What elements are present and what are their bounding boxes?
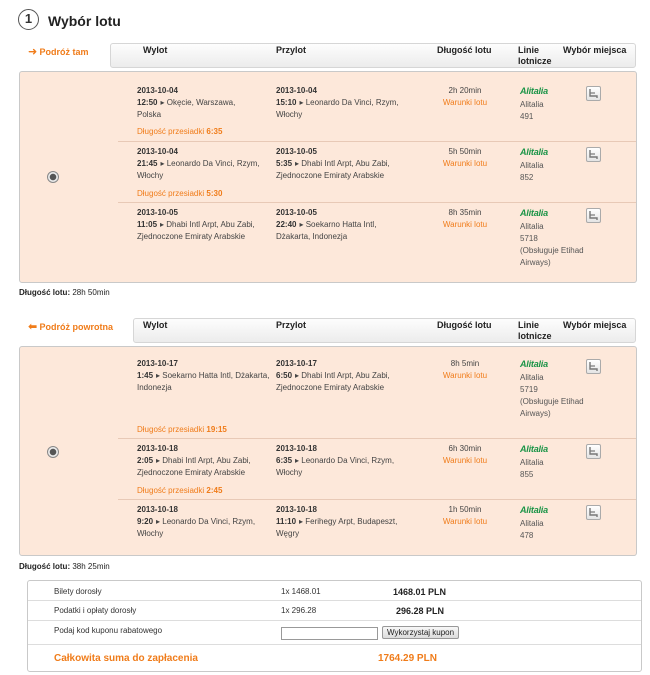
outbound-seg3-departure: 2013-10-05 11:05 ▸ Dhabi Intl Arpt, Abu Z… xyxy=(137,208,255,241)
seat-select-icon[interactable] xyxy=(586,444,601,459)
outbound-total-duration: Długość lotu: 28h 50min xyxy=(19,288,110,297)
arrow-right-icon: ▸ xyxy=(295,456,300,465)
outbound-connection-2: Długość przesiadki 5:30 xyxy=(137,189,223,198)
return-total-duration: Długość lotu: 38h 25min xyxy=(19,562,110,571)
return-seg3-duration: 1h 50min Warunki lotu xyxy=(430,505,500,526)
summary-row-total: Całkowita suma do zapłacenia 1764.29 PLN xyxy=(54,653,437,664)
col-seat: Wybór miejsca xyxy=(563,45,627,55)
divider xyxy=(118,202,636,203)
divider xyxy=(118,141,636,142)
return-seg2-arrival: 2013-10-18 6:35 ▸ Leonardo Da Vinci, Rzym… xyxy=(276,444,395,477)
outbound-toggle[interactable]: ➜ Podróż tam xyxy=(28,45,88,58)
conditions-link[interactable]: Warunki lotu xyxy=(430,517,500,526)
col-departure: Wylot xyxy=(143,45,168,55)
outbound-label: Podróż tam xyxy=(39,47,89,57)
conditions-link[interactable]: Warunki lotu xyxy=(430,456,500,465)
col-duration: Długość lotu xyxy=(437,320,492,330)
outbound-seg2-arrival: 2013-10-05 5:35 ▸ Dhabi Intl Arpt, Abu Za… xyxy=(276,147,390,180)
outbound-header-bar xyxy=(110,43,636,68)
col-airlines: Linie lotnicze xyxy=(518,320,552,341)
return-select-radio[interactable] xyxy=(47,446,59,458)
col-arrival: Przylot xyxy=(276,320,307,330)
seat-select-icon[interactable] xyxy=(586,208,601,223)
summary-row-taxes: Podatki i opłaty dorosły 1x 296.28 296.2… xyxy=(28,601,641,621)
alitalia-logo: Alitalia xyxy=(520,86,548,96)
seat-select-icon[interactable] xyxy=(586,359,601,374)
arrow-right-icon: ▸ xyxy=(156,456,161,465)
return-seg3-airline: Alitalia Alitalia 478 xyxy=(520,505,580,542)
return-seg1-arrival: 2013-10-17 6:50 ▸ Dhabi Intl Arpt, Abu Za… xyxy=(276,359,390,392)
return-header-bar xyxy=(133,318,636,343)
conditions-link[interactable]: Warunki lotu xyxy=(430,371,500,380)
return-seg2-duration: 6h 30min Warunki lotu xyxy=(430,444,500,465)
page-title: Wybór lotu xyxy=(48,13,121,29)
return-connection-1: Długość przesiadki 19:15 xyxy=(137,425,227,434)
divider xyxy=(118,438,636,439)
summary-row-coupon: Podaj kod kuponu rabatowego Wykorzystaj … xyxy=(28,621,641,645)
outbound-seg1-airline: Alitalia Alitalia 491 xyxy=(520,86,580,123)
return-seg2-airline: Alitalia Alitalia 855 xyxy=(520,444,580,481)
col-duration: Długość lotu xyxy=(437,45,492,55)
outbound-seg3-duration: 8h 35min Warunki lotu xyxy=(430,208,500,229)
return-seg1-duration: 8h 5min Warunki lotu xyxy=(430,359,500,380)
alitalia-logo: Alitalia xyxy=(520,444,548,454)
arrow-right-icon: ▸ xyxy=(295,159,300,168)
return-connection-2: Długość przesiadki 2:45 xyxy=(137,486,223,495)
outbound-seg3-airline: Alitalia Alitalia 5718 (Obsługuje Etihad… xyxy=(520,208,584,267)
outbound-seg1-arrival: 2013-10-04 15:10 ▸ Leonardo Da Vinci, Rzy… xyxy=(276,86,399,119)
divider xyxy=(118,499,636,500)
col-arrival: Przylot xyxy=(276,45,307,55)
coupon-code-input[interactable] xyxy=(281,627,378,640)
seat-select-icon[interactable] xyxy=(586,505,601,520)
arrow-right-icon: ▸ xyxy=(295,371,300,380)
outbound-seg1-duration: 2h 20min Warunki lotu xyxy=(430,86,500,107)
alitalia-logo: Alitalia xyxy=(520,208,548,218)
return-seg3-departure: 2013-10-18 9:20 ▸ Leonardo Da Vinci, Rzym… xyxy=(137,505,256,538)
arrow-right-icon: ➜ xyxy=(28,46,38,58)
apply-coupon-button[interactable]: Wykorzystaj kupon xyxy=(382,626,460,639)
seat-select-icon[interactable] xyxy=(586,86,601,101)
seat-select-icon[interactable] xyxy=(586,147,601,162)
conditions-link[interactable]: Warunki lotu xyxy=(430,159,500,168)
return-seg1-airline: Alitalia Alitalia 5719 (Obsługuje Etihad… xyxy=(520,359,584,418)
outbound-seg2-duration: 5h 50min Warunki lotu xyxy=(430,147,500,168)
outbound-seg2-airline: Alitalia Alitalia 852 xyxy=(520,147,580,184)
outbound-seg3-arrival: 2013-10-05 22:40 ▸ Soekarno Hatta Intl, D… xyxy=(276,208,377,241)
conditions-link[interactable]: Warunki lotu xyxy=(430,98,500,107)
arrow-right-icon: ▸ xyxy=(299,98,304,107)
col-seat: Wybór miejsca xyxy=(563,320,627,330)
step-number: 1 xyxy=(18,9,39,30)
outbound-seg1-departure: 2013-10-04 12:50 ▸ Okęcie, Warszawa, Pols… xyxy=(137,86,236,119)
price-summary: Bilety dorosły 1x 1468.01 1468.01 PLN Po… xyxy=(27,580,642,672)
col-airlines: Linie lotnicze xyxy=(518,45,552,66)
alitalia-logo: Alitalia xyxy=(520,359,548,369)
arrow-left-icon: ⬅ xyxy=(28,321,38,333)
return-label: Podróż powrotna xyxy=(39,322,113,332)
alitalia-logo: Alitalia xyxy=(520,505,548,515)
outbound-seg2-departure: 2013-10-04 21:45 ▸ Leonardo Da Vinci, Rzy… xyxy=(137,147,260,180)
alitalia-logo: Alitalia xyxy=(520,147,548,157)
return-seg3-arrival: 2013-10-18 11:10 ▸ Ferihegy Arpt, Budapes… xyxy=(276,505,398,538)
arrow-right-icon: ▸ xyxy=(299,220,304,229)
arrow-right-icon: ▸ xyxy=(156,517,161,526)
outbound-connection-1: Długość przesiadki 6:35 xyxy=(137,127,223,136)
return-seg2-departure: 2013-10-18 2:05 ▸ Dhabi Intl Arpt, Abu Za… xyxy=(137,444,251,477)
arrow-right-icon: ▸ xyxy=(156,371,161,380)
outbound-select-radio[interactable] xyxy=(47,171,59,183)
conditions-link[interactable]: Warunki lotu xyxy=(430,220,500,229)
arrow-right-icon: ▸ xyxy=(160,159,165,168)
return-seg1-departure: 2013-10-17 1:45 ▸ Soekarno Hatta Intl, Dż… xyxy=(137,359,270,392)
return-toggle[interactable]: ⬅ Podróż powrotna xyxy=(28,320,113,333)
arrow-right-icon: ▸ xyxy=(160,220,165,229)
arrow-right-icon: ▸ xyxy=(160,98,165,107)
summary-row-tickets: Bilety dorosły 1x 1468.01 1468.01 PLN xyxy=(28,581,641,601)
col-departure: Wylot xyxy=(143,320,168,330)
arrow-right-icon: ▸ xyxy=(299,517,304,526)
